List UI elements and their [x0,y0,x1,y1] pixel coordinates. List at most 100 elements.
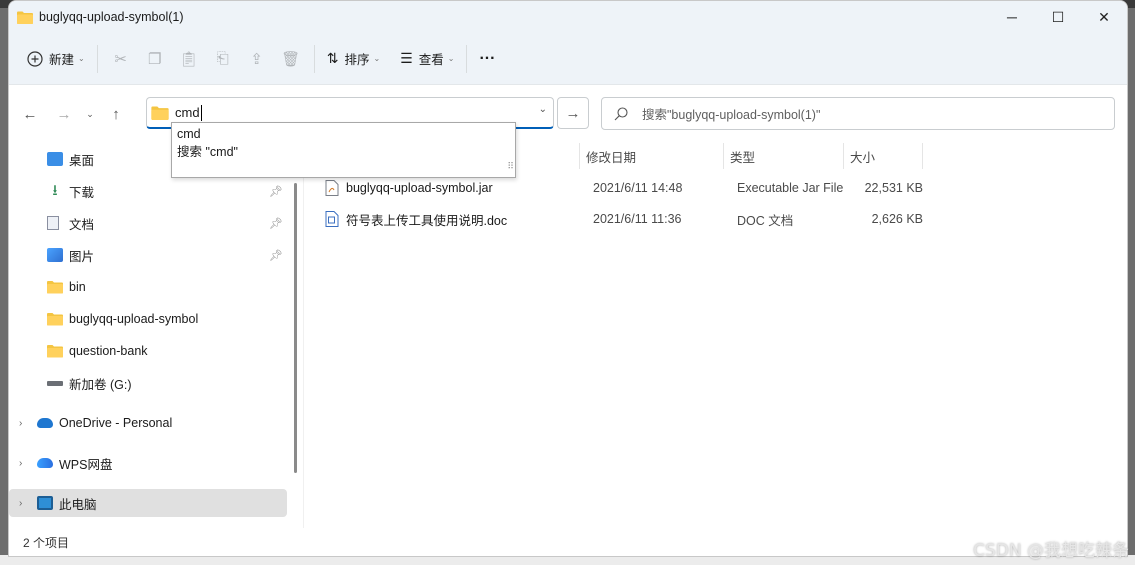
clipboard-icon: 📋︎ [179,50,199,68]
chevron-right-icon[interactable]: › [19,498,22,509]
sidebar-item-label: bin [69,280,86,294]
rename-button[interactable]: ⎗ [206,41,240,77]
minimize-icon: ─ [1007,9,1017,25]
toolbar-divider [466,44,468,73]
suggestion-item[interactable]: cmd [177,125,510,143]
back-button[interactable]: ← [15,99,45,129]
toolbar-divider [96,44,98,73]
maximize-button[interactable]: ☐ [1035,1,1081,33]
go-button[interactable]: → [557,97,589,129]
maximize-icon: ☐ [1051,8,1065,25]
chevron-down-icon: ⌄ [373,54,381,63]
forward-button[interactable]: → [49,99,79,129]
sidebar-item-buglyqq-upload-symbol[interactable]: buglyqq-upload-symbol [9,305,287,333]
window-title: buglyqq-upload-symbol(1) [39,10,184,24]
file-list: 修改日期 类型 大小 buglyqq-upload-symbol.jar 202… [305,143,1127,528]
column-header-label: 大小 [850,150,876,165]
file-name: 符号表上传工具使用说明.doc [346,213,508,228]
doc-file-icon [325,211,339,227]
delete-button[interactable]: 🗑︎ [274,41,308,77]
suggestion-item[interactable]: 搜索 "cmd" [177,143,510,161]
desktop-icon [47,152,63,166]
main-area: 桌面 ⭳ 下载 📌︎ 文档 📌︎ 图片 📌︎ bin buglyqq-uploa… [9,143,1127,528]
sort-icon: ⇅ [326,50,339,66]
copy-icon: ❐ [147,50,162,68]
sidebar-item-drive-g[interactable]: 新加卷 (G:) [9,369,287,397]
column-header-date[interactable]: 修改日期 [579,143,723,169]
search-placeholder: 搜索"buglyqq-upload-symbol(1)" [642,108,821,122]
column-header-type[interactable]: 类型 [723,143,843,169]
arrow-up-icon: ↑ [112,105,120,123]
file-size: 22,531 KB [864,181,923,195]
address-input-value: cmd [175,105,200,120]
address-dropdown-icon[interactable]: ⌄ [539,104,547,115]
file-date: 2021/6/11 14:48 [593,181,683,195]
chevron-down-icon: ⌄ [447,54,455,63]
new-button[interactable]: 新建 ⌄ [21,41,91,77]
sort-label: 排序 [344,53,370,67]
more-options-button[interactable]: ··· [473,41,501,77]
view-button[interactable]: ☰ 查看 ⌄ [394,41,460,77]
chevron-down-icon: ⌄ [78,54,85,63]
search-box[interactable]: 搜索"buglyqq-upload-symbol(1)" [601,97,1115,130]
chevron-right-icon[interactable]: › [19,458,22,469]
sidebar-item-documents[interactable]: 文档 📌︎ [9,209,287,237]
jar-file-icon [325,180,339,196]
window-controls: ─ ☐ ✕ [989,1,1127,33]
view-label: 查看 [418,53,444,67]
sidebar-item-downloads[interactable]: ⭳ 下载 📌︎ [9,177,287,205]
folder-icon [17,11,33,24]
sidebar-item-wps-cloud[interactable]: › WPS网盘 [9,449,287,477]
column-header-size[interactable]: 大小 [843,143,923,169]
cut-button[interactable]: ✂ [104,41,138,77]
sidebar-item-label: 此电脑 [59,497,97,512]
drive-icon [47,380,63,386]
text-caret [200,104,202,121]
rename-icon: ⎗ [216,50,229,67]
pin-icon[interactable]: 📌︎ [269,185,283,198]
watermark: CSDN @我想吃辣条 [973,541,1129,561]
sidebar-item-label: 新加卷 (G:) [69,377,132,392]
file-name: buglyqq-upload-symbol.jar [346,181,493,195]
sidebar-item-question-bank[interactable]: question-bank [9,337,287,365]
folder-icon [151,106,169,120]
pin-icon[interactable]: 📌︎ [269,217,283,230]
folder-icon [47,345,63,358]
up-button[interactable]: ↑ [101,99,131,129]
paste-button[interactable]: 📋︎ [172,41,206,77]
sidebar-item-onedrive[interactable]: › OneDrive - Personal [9,409,287,437]
plus-circle-icon [27,50,43,67]
file-row[interactable]: 符号表上传工具使用说明.doc 2021/6/11 11:36 DOC 文档 2… [325,204,925,234]
sidebar-item-label: 下载 [69,185,95,200]
share-button[interactable]: ⇪ [240,41,274,77]
picture-icon [47,248,63,262]
scissors-icon: ✂ [114,50,127,68]
trash-icon: 🗑︎ [281,50,301,68]
sort-button[interactable]: ⇅ 排序 ⌄ [321,41,386,77]
search-icon [614,106,628,120]
resize-grip-icon[interactable]: ⠿ [507,157,514,175]
sidebar-item-pictures[interactable]: 图片 📌︎ [9,241,287,269]
title-bar: buglyqq-upload-symbol(1) ─ ☐ ✕ [9,1,1127,33]
recent-locations-button[interactable]: ⌄ [79,99,101,129]
sidebar-item-this-pc[interactable]: › 此电脑 [9,489,287,517]
arrow-right-icon: → [56,105,72,123]
document-icon [47,216,59,230]
minimize-button[interactable]: ─ [989,1,1035,33]
sidebar-item-bin[interactable]: bin [9,273,287,301]
sidebar-item-label: 文档 [69,217,95,232]
pin-icon[interactable]: 📌︎ [269,249,283,262]
navigation-pane: 桌面 ⭳ 下载 📌︎ 文档 📌︎ 图片 📌︎ bin buglyqq-uploa… [9,143,297,528]
new-label: 新建 [49,53,75,67]
more-icon: ··· [479,49,496,67]
file-type: DOC 文档 [737,213,794,228]
pane-divider[interactable] [303,143,304,528]
chevron-right-icon[interactable]: › [19,418,22,429]
status-bar: 2 个项目 [9,528,1127,556]
sidebar-item-label: question-bank [69,344,148,358]
copy-button[interactable]: ❐ [138,41,172,77]
close-icon: ✕ [1098,8,1110,25]
sidebar-scrollbar[interactable] [294,183,297,473]
close-button[interactable]: ✕ [1081,1,1127,33]
arrow-left-icon: ← [22,105,38,123]
